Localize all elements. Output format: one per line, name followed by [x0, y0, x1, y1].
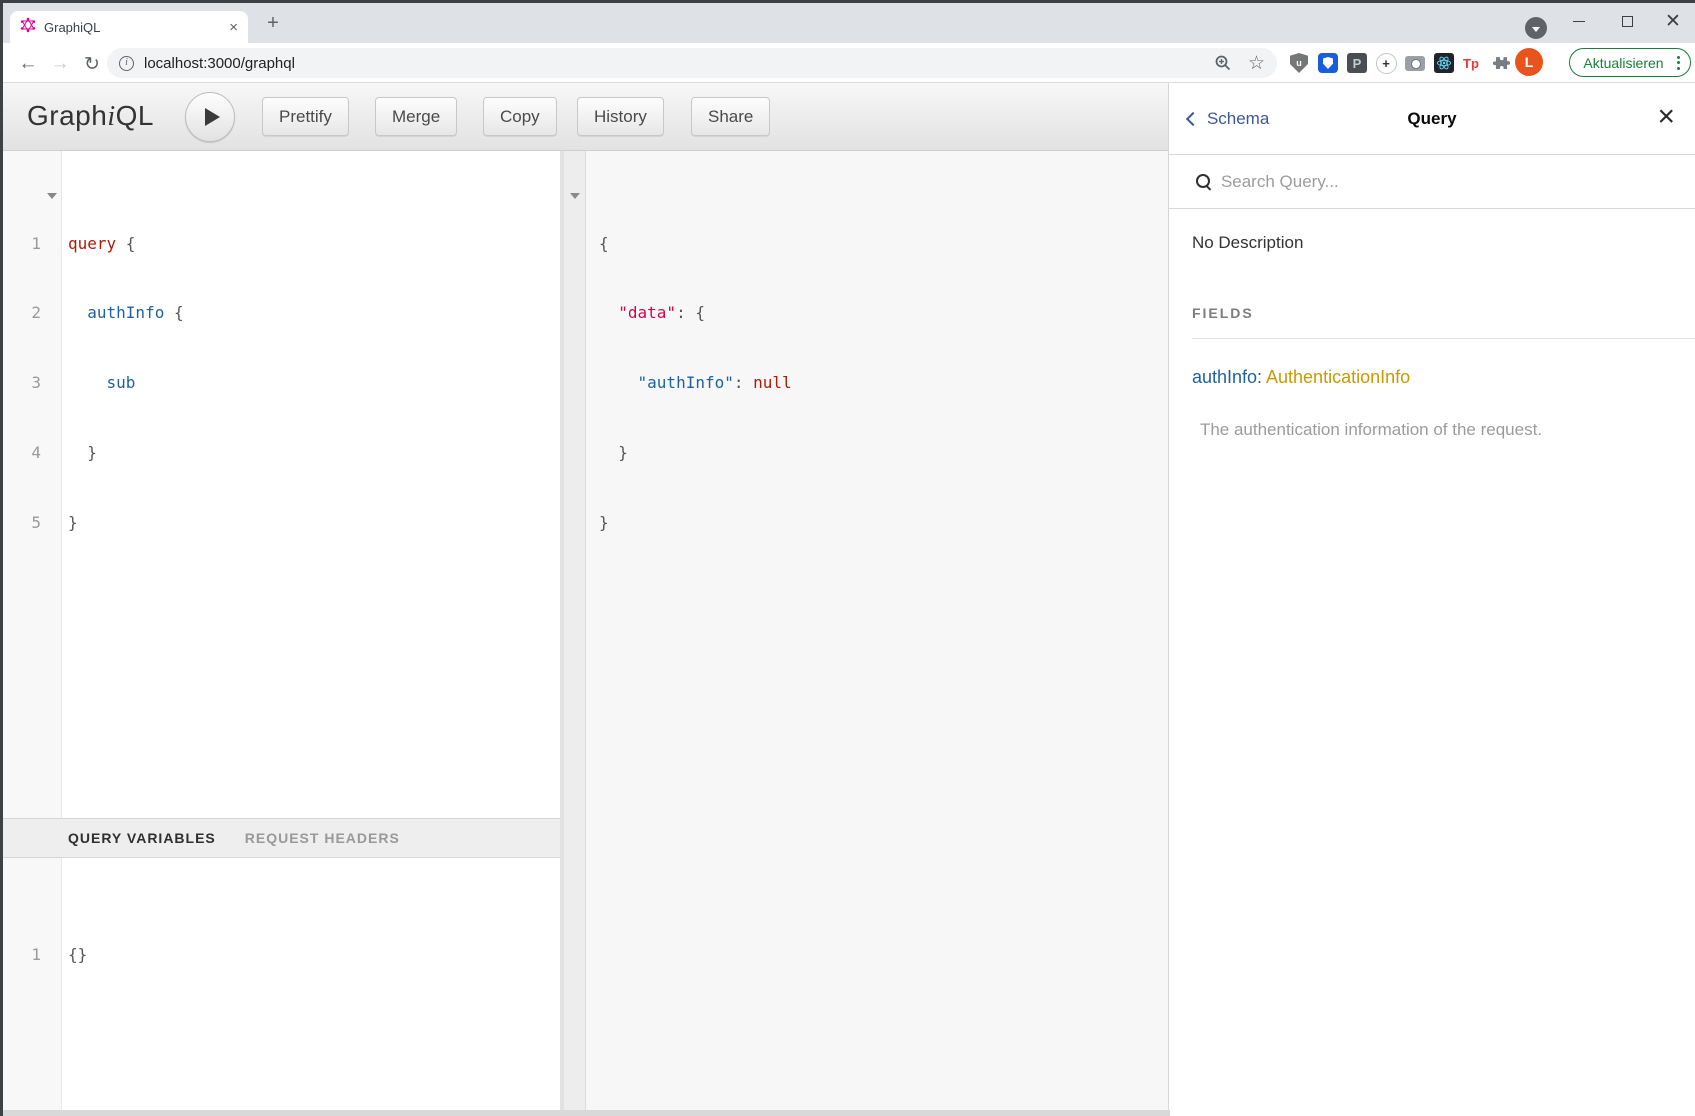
doc-explorer-header: Schema Query ×: [1169, 83, 1695, 155]
graphql-favicon-icon: [20, 17, 36, 38]
code-line: authInfo {: [68, 301, 560, 324]
reload-button[interactable]: ↻: [79, 51, 105, 77]
query-editor-gutter: 1 2 3 4 5: [3, 151, 62, 818]
history-button[interactable]: History: [577, 97, 664, 136]
menu-kebab-icon[interactable]: [1677, 56, 1680, 70]
result-fold-gutter: [564, 151, 586, 1116]
type-name-link[interactable]: AuthenticationInfo: [1266, 367, 1410, 387]
code-line: }: [68, 441, 560, 464]
variables-editor[interactable]: 1 {}: [3, 858, 560, 1116]
bottom-scrollbar-strip[interactable]: [3, 1110, 1170, 1116]
doc-explorer-panel: Schema Query × No Description FIELDS aut…: [1168, 83, 1695, 1116]
fields-section-label: FIELDS: [1192, 305, 1672, 321]
result-pane: { "data": { "authInfo": null } }: [564, 151, 1168, 1116]
doc-body: No Description FIELDS authInfo: Authenti…: [1169, 209, 1695, 440]
extension-crosshair-icon[interactable]: +: [1374, 51, 1398, 75]
code-line: {: [599, 232, 792, 255]
extension-ublock-icon[interactable]: u: [1287, 51, 1311, 75]
code-line: }: [68, 511, 560, 534]
line-number: 4: [3, 441, 41, 464]
graphiql-main: 1 2 3 4 5 query { authInfo { sub }: [3, 151, 1168, 1116]
tab-query-variables[interactable]: QUERY VARIABLES: [68, 830, 216, 846]
window-close-button[interactable]: ✕: [1653, 3, 1693, 39]
extension-react-devtools-icon[interactable]: [1432, 51, 1456, 75]
code-line: }: [599, 511, 792, 534]
execute-query-button[interactable]: [185, 92, 235, 142]
update-button-label: Aktualisieren: [1570, 55, 1677, 71]
copy-button[interactable]: Copy: [483, 97, 557, 136]
tab-close-icon[interactable]: ×: [229, 19, 238, 36]
extension-p-icon[interactable]: P: [1345, 51, 1369, 75]
browser-update-button[interactable]: Aktualisieren: [1569, 48, 1691, 77]
page-info-icon[interactable]: i: [119, 56, 134, 71]
tab-request-headers[interactable]: REQUEST HEADERS: [245, 830, 400, 846]
field-name-link[interactable]: authInfo: [1192, 367, 1257, 387]
bookmark-star-icon[interactable]: ☆: [1248, 52, 1265, 75]
code-line: {}: [68, 943, 560, 966]
doc-search-input[interactable]: [1221, 172, 1621, 192]
code-line: }: [599, 441, 792, 464]
chevron-left-icon: [1186, 111, 1200, 125]
prettify-button[interactable]: Prettify: [262, 97, 349, 136]
graphiql-page: GraphiQL Prettify Merge Copy History Sha…: [3, 83, 1695, 1116]
browser-titlebar: GraphiQL × + ✕: [3, 3, 1695, 43]
browser-tab-graphiql[interactable]: GraphiQL ×: [10, 11, 248, 43]
doc-search-row: [1169, 155, 1695, 209]
code-line: sub: [68, 371, 560, 394]
line-number: 2: [3, 301, 41, 324]
merge-button[interactable]: Merge: [375, 97, 457, 136]
extension-tp-icon[interactable]: Tp: [1459, 51, 1483, 75]
browser-toolbar: ← → ↻ i localhost:3000/graphql ☆ u P: [3, 43, 1695, 83]
window-minimize-button[interactable]: [1559, 3, 1599, 39]
doc-close-icon[interactable]: ×: [1657, 97, 1675, 137]
extensions-puzzle-icon[interactable]: [1489, 51, 1513, 75]
line-number: 1: [3, 232, 41, 255]
line-number: 1: [3, 943, 41, 966]
tab-title: GraphiQL: [44, 20, 229, 35]
new-tab-button[interactable]: +: [259, 9, 287, 37]
variables-code[interactable]: {}: [62, 858, 560, 1116]
type-description: No Description: [1192, 233, 1672, 253]
editors-column: 1 2 3 4 5 query { authInfo { sub }: [3, 151, 560, 1116]
tab-search-chevron-icon[interactable]: [1525, 17, 1547, 39]
forward-button[interactable]: →: [47, 51, 73, 77]
result-json: { "data": { "authInfo": null } }: [586, 151, 792, 1116]
field-row: authInfo: AuthenticationInfo: [1192, 367, 1672, 388]
fields-divider: [1192, 338, 1695, 339]
code-line: query {: [68, 232, 560, 255]
search-icon: [1195, 173, 1213, 191]
play-icon: [205, 108, 220, 126]
url-text[interactable]: localhost:3000/graphql: [144, 55, 1198, 72]
query-editor[interactable]: 1 2 3 4 5 query { authInfo { sub }: [3, 151, 560, 818]
line-number: 3: [3, 371, 41, 394]
extension-bitwarden-icon[interactable]: [1316, 51, 1340, 75]
zoom-indicator-icon[interactable]: [1214, 54, 1232, 72]
query-code[interactable]: query { authInfo { sub } }: [62, 151, 560, 818]
share-button[interactable]: Share: [691, 97, 770, 136]
browser-window: GraphiQL × + ✕ ← → ↻ i localhost:3000/gr…: [0, 0, 1695, 1116]
code-line: "authInfo": null: [599, 371, 792, 394]
window-maximize-button[interactable]: [1607, 3, 1647, 39]
field-description: The authentication information of the re…: [1192, 420, 1672, 440]
extension-screenshot-camera-icon[interactable]: [1403, 51, 1427, 75]
doc-back-link[interactable]: Schema: [1188, 109, 1269, 129]
doc-back-label: Schema: [1207, 109, 1269, 129]
line-number: 5: [3, 511, 41, 534]
graphiql-logo: GraphiQL: [27, 100, 154, 133]
graphiql-topbar: GraphiQL Prettify Merge Copy History Sha…: [3, 83, 1168, 151]
variables-editor-gutter: 1: [3, 858, 62, 1116]
secondary-editor-bar: QUERY VARIABLES REQUEST HEADERS: [3, 818, 560, 858]
profile-avatar[interactable]: L: [1515, 48, 1543, 76]
back-button[interactable]: ←: [15, 51, 41, 77]
address-bar[interactable]: i localhost:3000/graphql ☆: [107, 48, 1277, 78]
graphiql-left-region: GraphiQL Prettify Merge Copy History Sha…: [3, 83, 1168, 1116]
fold-arrow-icon[interactable]: [570, 193, 580, 199]
fold-arrow-icon[interactable]: [47, 193, 57, 199]
code-line: "data": {: [599, 301, 792, 324]
